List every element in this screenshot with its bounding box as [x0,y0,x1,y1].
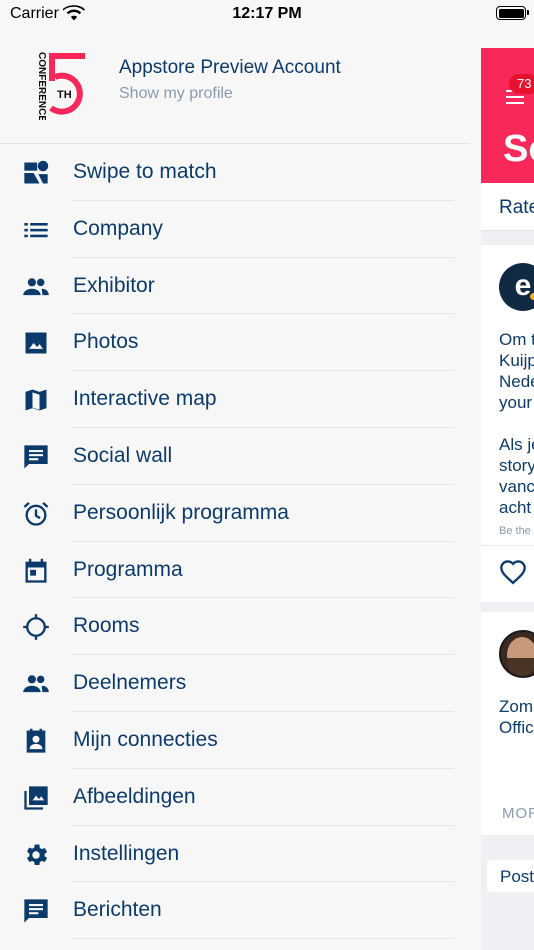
menu-item-instellingen[interactable]: Instellingen [0,826,470,883]
tab-rate[interactable]: Rate [499,197,534,219]
logo-suffix: TH [57,89,72,101]
menu-item-label: Instellingen [73,841,180,865]
menu-item-label: Swipe to match [73,160,217,183]
menu-item-label: Photos [73,330,139,354]
calendar-icon [22,557,50,585]
menu-item-company[interactable]: Company [0,201,470,258]
menu-item-programma[interactable]: Programma [0,542,470,599]
tab-bar: Rate [481,183,534,231]
post-button-label: Post [500,867,534,886]
side-menu: Swipe to match Company Exhibitor Photos … [0,144,470,940]
post-text-line: Als je [499,435,534,454]
swipe-match-icon [22,159,50,187]
divider [481,545,534,546]
avatar[interactable]: e [499,263,534,311]
crosshair-icon [22,613,50,641]
menu-item-photos[interactable]: Photos [0,314,470,372]
post-text-line: acht [499,498,532,517]
account-name[interactable]: Appstore Preview Account [119,57,341,79]
menu-item-interactive-map[interactable]: Interactive map [0,371,470,428]
notification-badge: 73 [509,74,534,94]
divider [71,938,454,940]
post-text-line: story [499,456,534,475]
menu-item-mijn-connecties[interactable]: Mijn connecties [0,712,470,769]
status-bar: Carrier 12:17 PM [0,0,534,30]
post-card: Zom Offic MOR [481,612,534,835]
chat-icon [22,443,50,471]
menu-item-afbeeldingen[interactable]: Afbeeldingen [0,769,470,826]
menu-item-rooms[interactable]: Rooms [0,598,470,656]
people-icon [22,670,50,698]
post-text-line: your [499,393,533,412]
conference-logo: CONFERENCE TH [30,50,90,122]
post-card: e Om t Kuijp Nede your Als je story vanc… [481,245,534,602]
menu-item-social-wall[interactable]: Social wall [0,428,470,485]
menu-item-label: Social wall [73,443,173,467]
battery-icon [496,6,529,20]
post-text-line: Nede [499,372,534,391]
post-text-line: vanc [499,477,534,496]
menu-item-label: Company [73,216,163,240]
map-icon [22,386,50,414]
show-profile-link[interactable]: Show my profile [119,85,233,103]
menu-item-label: Deelnemers [73,671,187,695]
menu-item-berichten[interactable]: Berichten [0,882,470,940]
people-icon [22,273,50,301]
avatar[interactable] [499,630,534,678]
menu-item-label: Exhibitor [73,273,155,297]
menu-item-label: Interactive map [73,387,217,411]
logo-text: CONFERENCE [36,52,47,120]
main-screen-peek[interactable]: 73 So Rate e Om t Kuijp Nede your Als je… [481,48,534,950]
menu-item-label: Berichten [73,898,162,922]
more-button[interactable]: MOR [502,805,534,822]
menu-item-label: Persoonlijk programma [73,500,289,524]
menu-item-deelnemers[interactable]: Deelnemers [0,655,470,712]
image-icon [22,329,50,357]
message-icon [22,897,50,925]
clock: 12:17 PM [232,5,302,22]
menu-item-label: Mijn connecties [73,727,218,751]
menu-item-persoonlijk-programma[interactable]: Persoonlijk programma [0,485,470,542]
post-text-line: Offic [499,718,534,737]
contact-icon [22,727,50,755]
list-icon [22,216,50,244]
menu-item-swipe-to-match[interactable]: Swipe to match [0,144,470,201]
page-title: So [503,128,534,170]
gallery-icon [22,784,50,812]
like-heart-icon[interactable] [499,559,527,587]
profile-header[interactable]: CONFERENCE TH Appstore Preview Account S… [0,40,470,144]
post-button[interactable]: Post [487,860,534,892]
alarm-icon [22,500,50,528]
post-meta: Be the [499,525,531,537]
post-text-line: Om t [499,330,534,349]
post-text-line: Kuijp [499,351,534,370]
menu-item-label: Rooms [73,614,140,638]
app-header: 73 So [481,48,534,183]
menu-item-label: Afbeeldingen [73,784,196,808]
post-text-line: Zom [499,697,533,716]
menu-item-exhibitor[interactable]: Exhibitor [0,258,470,315]
menu-item-label: Programma [73,557,183,581]
gear-icon [22,841,50,869]
